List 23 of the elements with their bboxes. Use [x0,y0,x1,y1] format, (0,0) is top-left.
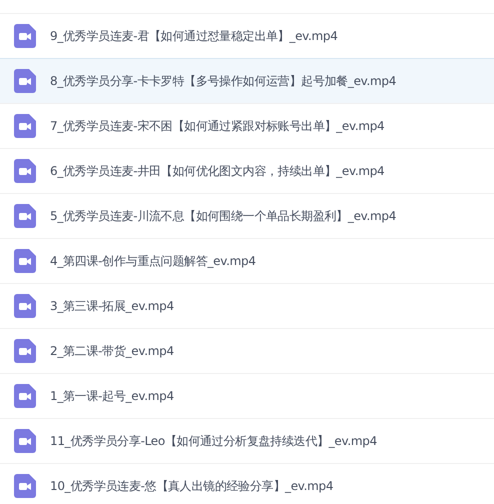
video-file-icon [14,24,36,48]
video-file-icon [14,429,36,453]
file-name: 6_优秀学员连麦-井田【如何优化图文内容，持续出单】_ev.mp4 [50,162,384,180]
file-name: 7_优秀学员连麦-宋不困【如何通过紧跟对标账号出单】_ev.mp4 [50,118,384,134]
video-file-icon [14,159,36,183]
file-name: 10_优秀学员连麦-悠【真人出镜的经验分享】_ev.mp4 [50,478,334,494]
file-name: 5_优秀学员连麦-川流不息【如何围绕一个单品长期盈利】_ev.mp4 [50,208,396,224]
video-file-icon [14,339,36,363]
file-name: 4_第四课-创作与重点问题解答_ev.mp4 [50,252,256,270]
video-file-icon [14,114,36,138]
video-file-icon [14,249,36,273]
file-name: 9_优秀学员连麦-君【如何通过怼量稳定出单】_ev.mp4 [50,28,338,44]
file-name: 1_第一课-起号_ev.mp4 [50,388,174,404]
video-file-icon [14,204,36,228]
video-file-icon [14,474,36,498]
video-file-icon [14,294,36,318]
file-name: 3_第三课-拓展_ev.mp4 [50,298,174,314]
file-name: 8_优秀学员分享-卡卡罗特【多号操作如何运营】起号加餐_ev.mp4 [50,72,396,90]
file-name: 2_第二课-带货_ev.mp4 [50,342,174,360]
file-row[interactable]: 8_优秀学员分享-卡卡罗特【多号操作如何运营】起号加餐_ev.mp4 [0,58,494,103]
file-name: 11_优秀学员分享-Leo【如何通过分析复盘持续迭代】_ev.mp4 [50,432,377,450]
video-file-icon [14,69,36,93]
video-file-icon [14,384,36,408]
